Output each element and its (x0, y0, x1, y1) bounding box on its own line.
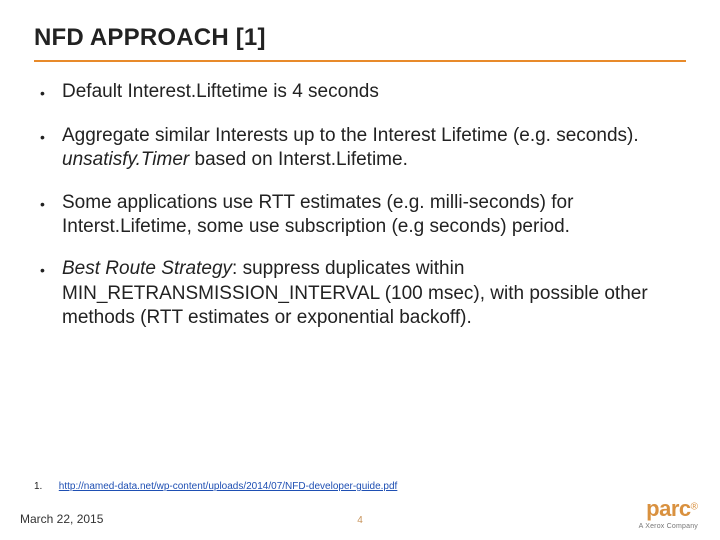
parc-logo: parc® A Xerox Company (639, 498, 698, 530)
slide-date: March 22, 2015 (20, 512, 103, 526)
bullet-text: Aggregate similar Interests up to the In… (54, 124, 686, 173)
list-item: • Default Interest.Liftetime is 4 second… (40, 80, 686, 106)
title-rule (34, 60, 686, 62)
list-item: • Some applications use RTT estimates (e… (40, 191, 686, 240)
page-number: 4 (357, 515, 363, 526)
slide: NFD APPROACH [1] • Default Interest.Lift… (0, 0, 720, 540)
bullet-list: • Default Interest.Liftetime is 4 second… (40, 80, 686, 330)
bullet-icon: • (40, 257, 54, 283)
registered-icon: ® (691, 502, 698, 513)
bullet-text: Best Route Strategy: suppress duplicates… (54, 257, 686, 330)
logo-subtext: A Xerox Company (639, 523, 698, 530)
logo-wordmark: parc® (639, 498, 698, 521)
text-run: Some applications use RTT estimates (e.g… (62, 192, 573, 237)
text-run-italic: Best Route Strategy (62, 258, 232, 279)
list-item: • Best Route Strategy: suppress duplicat… (40, 257, 686, 330)
bullet-icon: • (40, 191, 54, 217)
text-run: based on Interst.Lifetime. (189, 149, 408, 170)
slide-title: NFD APPROACH [1] (34, 24, 686, 52)
logo-text: parc (646, 496, 690, 521)
reference-link[interactable]: http://named-data.net/wp-content/uploads… (59, 481, 398, 492)
bullet-text: Some applications use RTT estimates (e.g… (54, 191, 686, 240)
bullet-icon: • (40, 80, 54, 106)
bullet-text: Default Interest.Liftetime is 4 seconds (54, 80, 686, 104)
list-item: • Aggregate similar Interests up to the … (40, 124, 686, 173)
bullet-icon: • (40, 124, 54, 150)
text-run: Default Interest.Liftetime is 4 seconds (62, 81, 379, 102)
text-run: Aggregate similar Interests up to the In… (62, 125, 639, 146)
text-run-italic: unsatisfy.Timer (62, 149, 189, 170)
reference-number: 1. (34, 481, 56, 492)
reference-line: 1. http://named-data.net/wp-content/uplo… (34, 481, 397, 492)
